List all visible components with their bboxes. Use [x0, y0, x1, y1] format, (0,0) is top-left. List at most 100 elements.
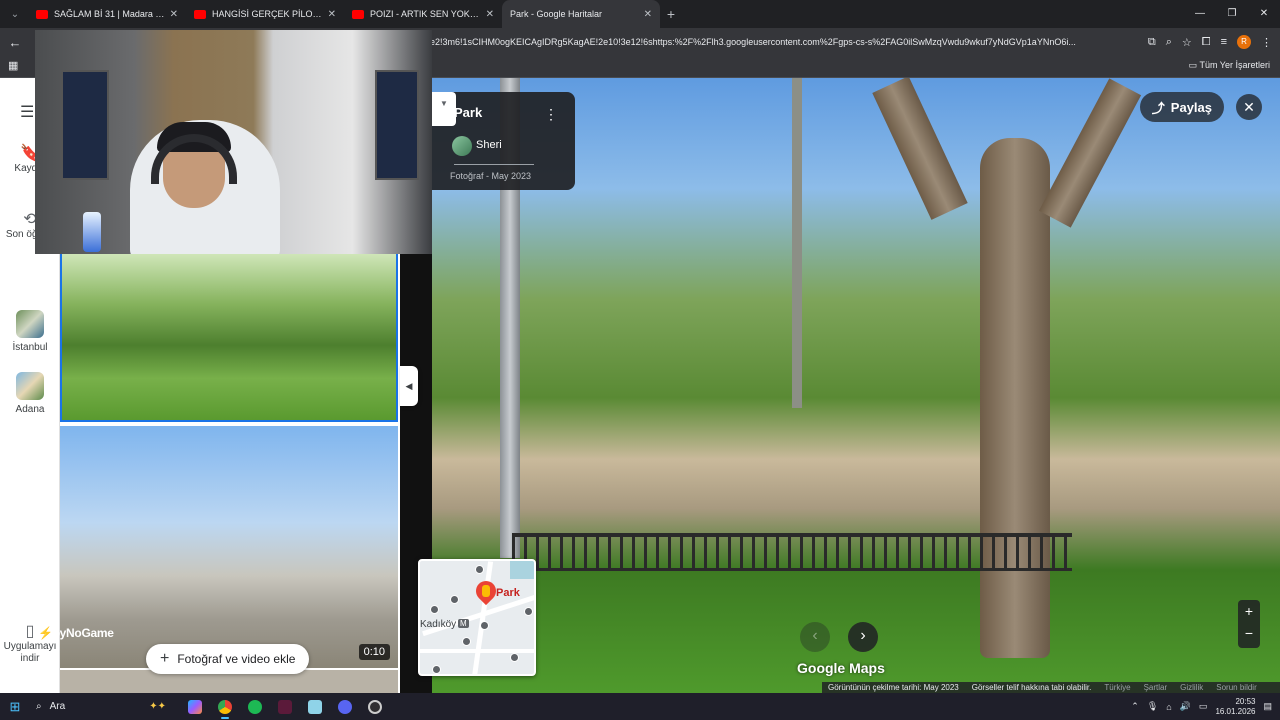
share-button[interactable]: ⤴ Paylaş [1139, 92, 1224, 122]
add-media-label: Fotoğraf ve video ekle [177, 652, 296, 666]
display-icon[interactable]: ▭ [1199, 701, 1208, 712]
tree-branch [872, 78, 968, 220]
caret-down-icon: ▼ [440, 99, 448, 108]
rail-item-label: İstanbul [12, 342, 48, 353]
taskbar-app-spotify[interactable] [240, 693, 270, 720]
taskbar-app-chrome[interactable] [210, 693, 240, 720]
photo-thumbnail-park-selected[interactable] [60, 252, 398, 422]
chevron-left-icon: ◀ [405, 381, 413, 391]
hamburger-menu-icon[interactable]: ☰ [20, 102, 34, 122]
rail-item-adana[interactable]: Adana [0, 372, 60, 416]
taskbar-search[interactable]: ⌕ Ara ✦✦ [30, 693, 180, 720]
back-arrow-icon[interactable]: ← [0, 35, 30, 50]
clock-time: 20:53 [1235, 696, 1256, 706]
photo-list-dropdown[interactable]: ▼ [432, 92, 456, 126]
rail-item-istanbul[interactable]: İstanbul [0, 310, 60, 354]
copilot-icon [188, 699, 202, 714]
spotify-icon [248, 699, 262, 714]
plus-icon: + [160, 650, 170, 667]
pegman-icon [482, 585, 490, 597]
new-tab-button[interactable]: + [660, 6, 682, 22]
window-controls: — ❐ ✕ [1184, 0, 1280, 28]
tab-close-icon[interactable]: ✕ [170, 9, 178, 20]
author-name[interactable]: Sheri [476, 139, 502, 151]
author-avatar[interactable] [452, 136, 472, 156]
photo-marker-icon [430, 605, 439, 614]
media-control-icon[interactable]: ≡ [1221, 36, 1227, 48]
zoom-icon[interactable]: ⌕ [1166, 36, 1172, 49]
close-icon: ✕ [1243, 99, 1255, 115]
extensions-icon[interactable]: ⧠ [1202, 36, 1211, 49]
next-photo-button[interactable]: › [848, 622, 878, 652]
zoom-in-icon[interactable]: + [1238, 600, 1260, 622]
wall-poster [61, 70, 109, 180]
tab-title: Park - Google Haritalar [510, 9, 603, 19]
tab-title: HANGİSİ GERÇEK PİLOT?! ft. @Ad [212, 9, 324, 19]
clock[interactable]: 20:53 16.01.2026 [1215, 697, 1255, 717]
map-road [420, 649, 534, 653]
tab-close-icon[interactable]: ✕ [644, 9, 652, 20]
microphone-icon[interactable]: 🎙 [1147, 701, 1158, 712]
tray-overflow-icon[interactable]: ⌃ [1131, 701, 1139, 712]
all-bookmarks-link[interactable]: ▭ Tüm Yer İşaretleri [1189, 60, 1270, 71]
clock-date: 16.01.2026 [1215, 706, 1256, 716]
taskbar-app-media[interactable] [270, 693, 300, 720]
watermark-text: byNoGame [52, 626, 114, 640]
zoom-out-icon[interactable]: − [1238, 622, 1260, 644]
tree-branch [1038, 78, 1142, 228]
tab-title: SAĞLAM Bİ 31 | Madara Olduk [54, 9, 166, 19]
volume-icon[interactable]: 🔊 [1180, 701, 1191, 712]
kebab-menu-icon[interactable]: ⋮ [1261, 36, 1272, 49]
add-photo-video-button[interactable]: + Fotoğraf ve video ekle [146, 644, 310, 674]
video-duration: 0:10 [358, 644, 390, 660]
notifications-icon[interactable]: ▤ [1263, 701, 1272, 712]
collapse-panel-button[interactable]: ◀ [400, 366, 418, 406]
system-tray: ⌃ 🎙 ⌂ 🔊 ▭ 20:53 16.01.2026 ▤ [1131, 693, 1280, 720]
restore-icon[interactable]: ❐ [1216, 0, 1248, 28]
share-icon: ⤴ [1151, 100, 1165, 116]
star-bookmark-icon[interactable]: ☆ [1182, 36, 1192, 49]
network-icon[interactable]: ⌂ [1166, 702, 1171, 712]
browser-tab-2[interactable]: HANGİSİ GERÇEK PİLOT?! ft. @Ad ✕ [186, 0, 344, 28]
obs-icon [368, 699, 382, 714]
close-window-icon[interactable]: ✕ [1248, 0, 1280, 28]
rail-item-label: Adana [15, 404, 45, 415]
youtube-icon [36, 9, 48, 19]
apps-grid-icon[interactable]: ▦ [8, 59, 18, 72]
browser-tab-4[interactable]: ⬥ Park - Google Haritalar ✕ [502, 0, 660, 28]
toolbar-icons: ⧉ ⌕ ☆ ⧠ ≡ R ⋮ [1148, 28, 1272, 56]
adana-thumbnail [16, 372, 44, 400]
metro-icon: M [458, 619, 469, 628]
minimize-icon[interactable]: — [1184, 0, 1216, 28]
report-problem-link[interactable]: Sorun bildir [1216, 683, 1256, 692]
search-highlight-icon: ✦✦ [149, 701, 166, 712]
taskbar-app-obs[interactable] [360, 693, 390, 720]
close-streetview-button[interactable]: ✕ [1236, 94, 1262, 120]
street-view-image[interactable]: Park ⋮ Sheri Fotoğraf - May 2023 ▼ ⤴ Pay… [432, 78, 1280, 693]
privacy-link[interactable]: Gizlilik [1180, 683, 1203, 692]
windows-start-icon[interactable]: ⊞ [0, 699, 30, 715]
taskbar-app-copilot[interactable] [180, 693, 210, 720]
taskbar-app-files[interactable] [300, 693, 330, 720]
transit-icon [475, 565, 484, 574]
browser-tab-1[interactable]: SAĞLAM Bİ 31 | Madara Olduk ✕ [28, 0, 186, 28]
install-app-icon[interactable]: ⧉ [1148, 36, 1156, 49]
google-maps-logo: Google Maps [797, 660, 885, 676]
map-water [510, 561, 534, 579]
copyright-notice: Görseller telif hakkına tabi olabilir. [971, 683, 1092, 692]
browser-tab-3[interactable]: POIZI - ARTIK SEN YOKSUN (Offic ✕ [344, 0, 502, 28]
mini-map[interactable]: Park Kadıköy M [418, 559, 536, 676]
taskbar-app-discord[interactable] [330, 693, 360, 720]
rail-item-label: Uygulamayı indir [3, 641, 57, 664]
tab-close-icon[interactable]: ✕ [486, 9, 494, 20]
previous-photo-button[interactable]: ‹ [800, 622, 830, 652]
all-bookmarks-label: Tüm Yer İşaretleri [1199, 60, 1270, 70]
tree-trunk-thin [792, 78, 802, 408]
profile-avatar[interactable]: R [1237, 35, 1251, 49]
tab-strip: ⌄ SAĞLAM Bİ 31 | Madara Olduk ✕ HANGİSİ … [0, 0, 1280, 28]
tab-search-button[interactable]: ⌄ [2, 3, 28, 25]
tab-close-icon[interactable]: ✕ [328, 9, 336, 20]
more-options-icon[interactable]: ⋮ [544, 106, 558, 123]
terms-link[interactable]: Şartlar [1144, 683, 1168, 692]
address-bar[interactable]: 1e2!3m6!1sCIHM0ogKEICAgIDRg5KagAE!2e10!3… [425, 30, 1095, 54]
